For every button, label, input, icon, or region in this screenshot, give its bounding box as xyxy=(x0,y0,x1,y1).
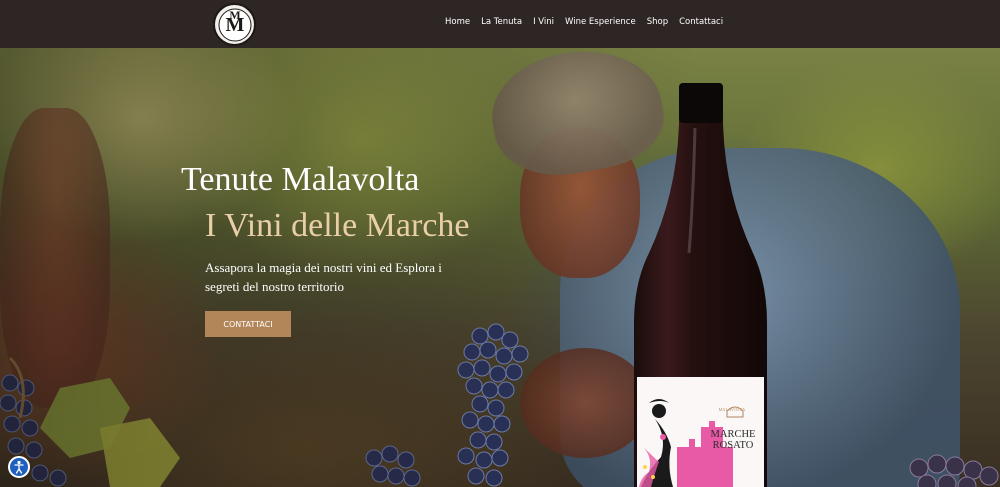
hero-overlay xyxy=(0,48,1000,487)
nav-item-shop[interactable]: Shop xyxy=(647,17,668,27)
hero-background xyxy=(0,48,1000,487)
nav-item-contattaci[interactable]: Contattaci xyxy=(679,17,723,27)
nav-item-wine-esperience[interactable]: Wine Esperience xyxy=(565,17,636,27)
hero-title: Tenute Malavolta xyxy=(181,161,420,198)
site-header: M M Home La Tenuta I Vini Wine Esperienc… xyxy=(0,0,1000,48)
accessibility-icon[interactable] xyxy=(8,456,30,478)
label-wine-name: MARCHE ROSATO xyxy=(703,429,763,451)
svg-text:M: M xyxy=(229,8,240,22)
bottle-label: MALAVOLTA MARCHE ROSATO xyxy=(637,377,764,487)
hero-description: Assapora la magia dei nostri vini ed Esp… xyxy=(205,260,442,294)
logo-icon[interactable]: M M xyxy=(213,3,256,46)
label-name-line2: ROSATO xyxy=(712,440,754,452)
label-brand: MALAVOLTA xyxy=(718,407,746,412)
hero-subtitle: I Vini delle Marche xyxy=(205,207,470,244)
label-name-line1: MARCHE xyxy=(710,429,756,440)
nav-item-home[interactable]: Home xyxy=(445,17,470,27)
nav-item-i-vini[interactable]: I Vini xyxy=(533,17,554,27)
main-nav: Home La Tenuta I Vini Wine Esperience Sh… xyxy=(445,17,723,27)
accessibility-figure-icon xyxy=(14,460,24,474)
contattaci-button[interactable]: CONTATTACI xyxy=(205,311,291,337)
nav-item-la-tenuta[interactable]: La Tenuta xyxy=(481,17,522,27)
